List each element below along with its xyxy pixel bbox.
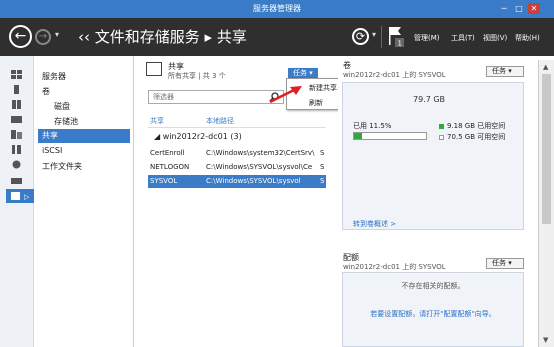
ad-cs-icon[interactable] (11, 115, 22, 124)
legend-free: 70.5 GB 可用空间 (439, 132, 505, 142)
volume-pane: 卷 win2012r2-dc01 上的 SYSVOL 任务 ▾ 79.7 GB … (338, 60, 526, 230)
breadcrumb[interactable]: ‹‹ 文件和存储服务 ▸ 共享 (78, 26, 247, 47)
dashboard-icon[interactable] (11, 70, 22, 79)
server-group-row[interactable]: ◢ win2012r2-dc01 (3) (154, 132, 242, 141)
sidebar-item-disks[interactable]: 磁盘 (54, 101, 70, 112)
table-row[interactable]: CertEnroll C:\Windows\system32\CertSrv\ … (148, 147, 326, 160)
all-servers-icon[interactable] (11, 100, 22, 109)
sidebar-item-shares[interactable]: 共享 (38, 129, 130, 143)
local-server-icon[interactable] (11, 85, 22, 94)
title-bar: 服务器管理器 ─ □ ✕ (0, 0, 554, 18)
sidebar-item-iscsi[interactable]: iSCSI (42, 146, 62, 155)
menu-item-refresh[interactable]: 刷新 (309, 98, 323, 108)
network-policy-icon[interactable] (11, 175, 22, 184)
filter-input[interactable] (148, 90, 284, 104)
close-button[interactable]: ✕ (528, 3, 540, 14)
quota-pane: 配额 win2012r2-dc01 上的 SYSVOL 任务 ▾ 不存在相关的配… (338, 252, 526, 347)
maximize-button[interactable]: □ (513, 3, 525, 14)
volume-usage-box: 79.7 GB 已用 11.5% 9.18 GB 已用空间 70.5 GB 可用… (342, 82, 524, 230)
history-dropdown-icon[interactable]: ▾ (55, 30, 59, 39)
sidebar-item-storage-pools[interactable]: 存储池 (54, 116, 78, 127)
volume-usage-bar (353, 132, 427, 140)
menu-tools[interactable]: 工具(T) (451, 33, 475, 43)
minimize-button[interactable]: ─ (498, 3, 510, 14)
shares-subtitle: 所有共享 | 共 3 个 (168, 72, 226, 80)
scroll-down-icon[interactable]: ▼ (543, 336, 548, 344)
configure-quota-link[interactable]: 若要设置配额，请打开"配置配额"向导。 (343, 309, 523, 319)
column-share[interactable]: 共享 (150, 116, 164, 126)
vertical-scrollbar[interactable]: ▲ ▼ (538, 60, 554, 347)
sidebar-item-work-folders[interactable]: 工作文件夹 (42, 161, 82, 172)
scroll-thumb[interactable] (542, 74, 551, 224)
sidebar-item-servers[interactable]: 服务器 (42, 71, 66, 82)
menu-help[interactable]: 帮助(H) (515, 33, 540, 43)
window-title: 服务器管理器 (253, 4, 301, 13)
ad-ds-icon[interactable] (11, 130, 22, 139)
sidebar: 服务器 卷 磁盘 存储池 共享 iSCSI 工作文件夹 (34, 56, 134, 347)
nav-divider (381, 26, 382, 48)
notifications-badge: 1 (398, 40, 402, 48)
menu-view[interactable]: 视图(V) (483, 33, 507, 43)
refresh-dropdown-icon[interactable]: ▾ (372, 30, 376, 39)
refresh-button[interactable]: ⟳ (352, 28, 369, 45)
nav-bar: ← → ▾ ‹‹ 文件和存储服务 ▸ 共享 ⟳ ▾ 1 管理(M) 工具(T) … (0, 18, 554, 56)
volume-usage-fill (354, 133, 363, 139)
nav-icon-strip: ▷ (0, 56, 34, 347)
quota-empty-message: 不存在相关的配额。 (401, 282, 465, 290)
legend-used: 9.18 GB 已用空间 (439, 121, 505, 131)
back-button[interactable]: ← (9, 25, 32, 48)
notifications-flag-icon[interactable]: 1 (387, 25, 407, 49)
volume-used-label: 已用 11.5% (353, 122, 392, 130)
expand-icon: ▷ (24, 193, 30, 201)
pointer-arrow-icon (269, 86, 302, 104)
volume-capacity: 79.7 GB (413, 95, 446, 104)
scroll-up-icon[interactable]: ▲ (543, 63, 548, 71)
column-local-path[interactable]: 本地路径 (206, 116, 234, 126)
volume-subtitle: win2012r2-dc01 上的 SYSVOL (343, 71, 446, 79)
go-to-volume-overview-link[interactable]: 转到卷概述 > (353, 219, 396, 229)
menu-manage[interactable]: 管理(M) (414, 33, 440, 43)
file-storage-services-nav[interactable]: ▷ (6, 189, 34, 203)
quota-subtitle: win2012r2-dc01 上的 SYSVOL (343, 263, 446, 271)
volume-tasks-button[interactable]: 任务 ▾ (486, 66, 524, 77)
shares-panel-icon (146, 62, 162, 76)
shares-table-header: 共享 本地路径 (148, 116, 326, 128)
quota-tasks-button[interactable]: 任务 ▾ (486, 258, 524, 269)
table-row[interactable]: NETLOGON C:\Windows\SYSVOL\sysvol\Ce S (148, 161, 326, 174)
quota-box: 不存在相关的配额。 若要设置配额，请打开"配置配额"向导。 (342, 272, 524, 347)
forward-button[interactable]: → (35, 29, 51, 45)
dns-icon[interactable] (11, 145, 22, 154)
sidebar-item-volumes[interactable]: 卷 (42, 86, 50, 97)
iis-icon[interactable] (11, 160, 22, 169)
table-row-selected[interactable]: SYSVOL C:\Windows\SYSVOL\sysvol S (148, 175, 326, 188)
